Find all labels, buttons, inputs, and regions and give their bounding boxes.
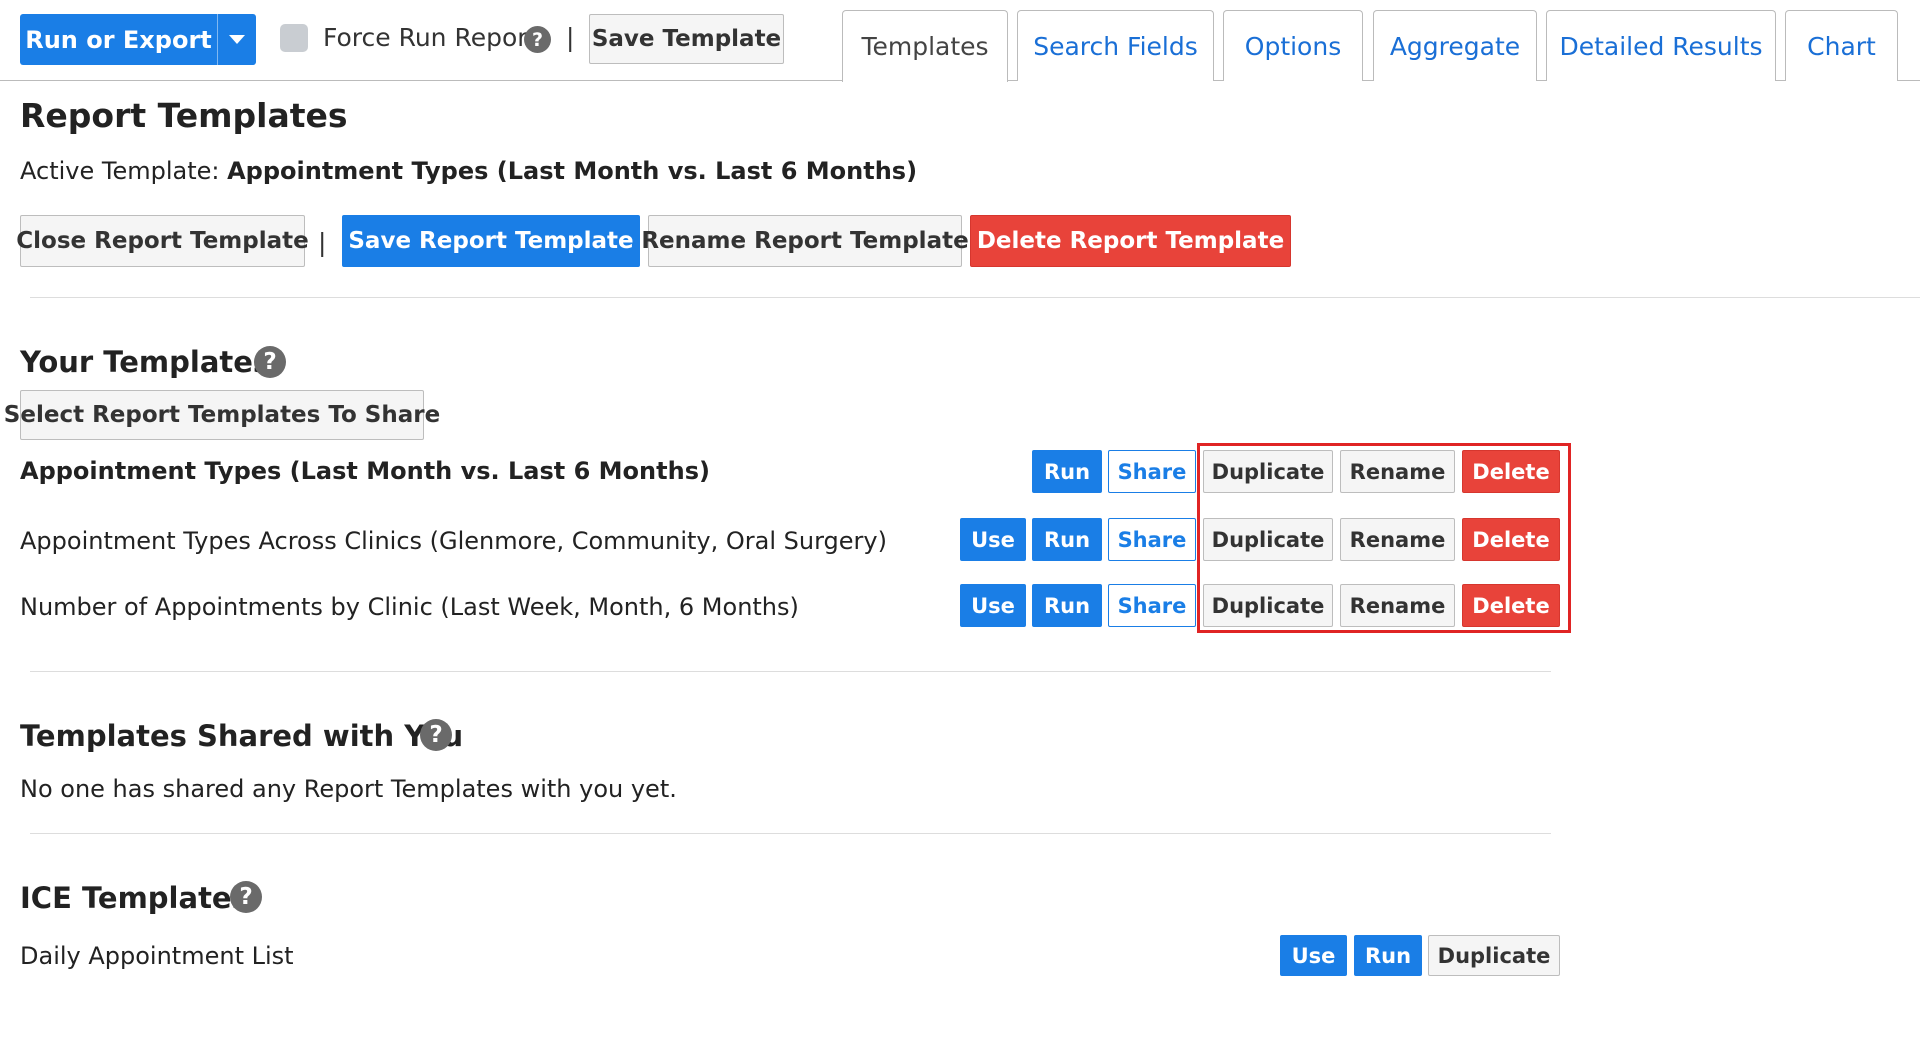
- tab-options[interactable]: Options: [1223, 10, 1363, 81]
- run-button[interactable]: Run: [1354, 935, 1422, 976]
- section-divider: [30, 671, 1551, 672]
- active-template-name: Appointment Types (Last Month vs. Last 6…: [227, 157, 918, 185]
- help-icon[interactable]: ?: [420, 719, 452, 751]
- shared-templates-heading: Templates Shared with You: [20, 719, 464, 753]
- help-icon[interactable]: ?: [524, 26, 551, 53]
- toolbar-separator: |: [566, 23, 575, 52]
- actions-separator: |: [318, 228, 327, 257]
- tab-detailed-results[interactable]: Detailed Results: [1546, 10, 1776, 81]
- use-button[interactable]: Use: [960, 518, 1026, 561]
- template-name: Appointment Types Across Clinics (Glenmo…: [20, 527, 887, 555]
- use-button[interactable]: Use: [960, 584, 1026, 627]
- section-divider: [30, 297, 1920, 298]
- section-divider: [30, 833, 1551, 834]
- share-button[interactable]: Share: [1108, 450, 1196, 493]
- run-button[interactable]: Run: [1032, 450, 1102, 493]
- tab-aggregate[interactable]: Aggregate: [1373, 10, 1537, 81]
- duplicate-button[interactable]: Duplicate: [1428, 935, 1560, 976]
- active-template-prefix: Active Template:: [20, 157, 228, 185]
- shared-empty-message: No one has shared any Report Templates w…: [20, 775, 677, 803]
- highlight-box: [1197, 443, 1571, 633]
- help-icon[interactable]: ?: [230, 881, 262, 913]
- use-button[interactable]: Use: [1280, 935, 1347, 976]
- force-run-checkbox[interactable]: [280, 24, 308, 52]
- your-templates-heading: Your Templates: [20, 345, 271, 379]
- tab-chart[interactable]: Chart: [1785, 10, 1898, 81]
- select-templates-to-share-button[interactable]: Select Report Templates To Share: [4, 390, 440, 440]
- save-template-button[interactable]: Save Template: [589, 14, 784, 64]
- template-name: Daily Appointment List: [20, 942, 294, 970]
- help-icon[interactable]: ?: [254, 346, 286, 378]
- share-button[interactable]: Share: [1108, 518, 1196, 561]
- chevron-down-icon[interactable]: [217, 14, 256, 65]
- run-or-export-button[interactable]: Run or Export: [20, 14, 217, 65]
- tab-templates[interactable]: Templates: [842, 10, 1008, 82]
- template-name: Number of Appointments by Clinic (Last W…: [20, 593, 799, 621]
- rename-report-template-button[interactable]: Rename Report Template: [641, 215, 969, 267]
- share-button[interactable]: Share: [1108, 584, 1196, 627]
- template-name: Appointment Types (Last Month vs. Last 6…: [20, 457, 710, 485]
- save-report-template-button[interactable]: Save Report Template: [342, 215, 640, 267]
- run-button[interactable]: Run: [1032, 584, 1102, 627]
- run-or-export-split-button[interactable]: Run or Export: [20, 14, 256, 65]
- close-report-template-button[interactable]: Close Report Template: [16, 215, 309, 267]
- ice-templates-heading: ICE Templates: [20, 881, 249, 915]
- active-template-line: Active Template: Appointment Types (Last…: [20, 157, 917, 185]
- page-title: Report Templates: [20, 96, 348, 135]
- run-button[interactable]: Run: [1032, 518, 1102, 561]
- tab-search-fields[interactable]: Search Fields: [1017, 10, 1214, 81]
- delete-report-template-button[interactable]: Delete Report Template: [970, 215, 1291, 267]
- force-run-label: Force Run Report: [323, 23, 538, 52]
